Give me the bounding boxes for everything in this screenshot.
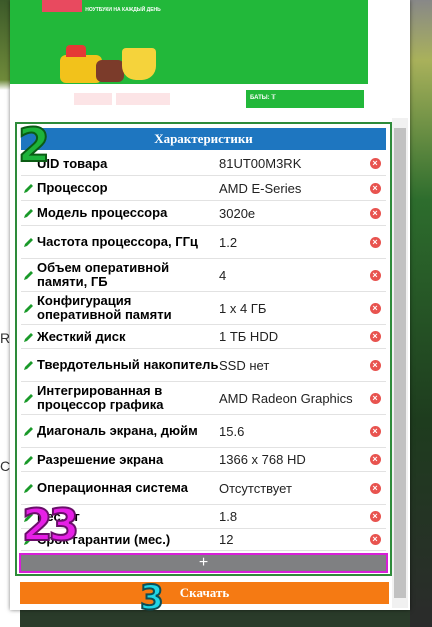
delete-row-button[interactable]: ×: [364, 359, 386, 371]
edit-pencil-icon[interactable]: [21, 269, 37, 281]
table-row: Жесткий диск 1 ТБ HDD ×: [21, 325, 386, 349]
row-name: Частота процессора, ГГц: [37, 234, 198, 249]
row-name: Модель процессора: [37, 205, 168, 220]
close-icon: ×: [369, 534, 381, 545]
banner-tagline: НОУТБУКИ НА КАЖДЫЙ ДЕНЬ: [85, 7, 161, 13]
close-icon: ×: [369, 482, 381, 494]
characteristics-list: UID товара 81UT00M3RK × Процессор AMD E-Seri…: [21, 152, 386, 551]
row-name: Конфигурация оперативной памяти: [37, 293, 172, 322]
table-row: Разрешение экрана 1366 x 768 HD ×: [21, 448, 386, 472]
delete-row-button[interactable]: ×: [364, 236, 386, 248]
row-name: Операционная система: [37, 480, 188, 495]
table-row: Конфигурация оперативной памяти 1 x 4 ГБ ×: [21, 292, 386, 325]
delete-row-button[interactable]: ×: [364, 534, 386, 545]
row-value: 1 ТБ HDD: [219, 329, 279, 344]
edit-pencil-icon[interactable]: [21, 425, 37, 437]
annotation-label: 2: [17, 117, 51, 173]
row-name: Диагональ экрана, дюйм: [37, 423, 198, 438]
bg-letter: R: [0, 330, 11, 346]
edit-pencil-icon[interactable]: [21, 482, 37, 494]
table-row: Модель процессора 3020e ×: [21, 201, 386, 226]
table-row: UID товара 81UT00M3RK ×: [21, 152, 386, 176]
table-row: Вес, кг 1.8 ×: [21, 505, 386, 529]
edit-pencil-icon[interactable]: [21, 182, 37, 194]
close-icon: ×: [369, 182, 381, 194]
row-value: 1366 x 768 HD: [219, 452, 306, 467]
close-icon: ×: [369, 158, 381, 169]
edit-pencil-icon[interactable]: [21, 207, 37, 219]
delete-row-button[interactable]: ×: [364, 207, 386, 219]
delete-row-button[interactable]: ×: [364, 158, 386, 169]
delete-row-button[interactable]: ×: [364, 392, 386, 404]
row-value: 1 x 4 ГБ: [219, 300, 267, 316]
scrollbar-thumb[interactable]: [394, 128, 406, 598]
edit-pencil-icon[interactable]: [21, 331, 37, 343]
table-row: Операционная система Отсутствует ×: [21, 472, 386, 505]
delete-row-button[interactable]: ×: [364, 302, 386, 314]
sweet-image: [96, 60, 124, 82]
annotation-label: 3: [139, 577, 165, 619]
close-icon: ×: [369, 454, 381, 465]
banner-tag: [42, 0, 82, 12]
row-value: 15.6: [219, 423, 245, 439]
bg-letter: C: [0, 458, 11, 474]
row-name: Объем оперативной памяти, ГБ: [37, 260, 170, 289]
row-name: Твердотельный накопитель: [37, 357, 219, 372]
panel-title: Характеристики: [21, 128, 386, 150]
banner-cta-text: БАТЫ: 𝕋: [250, 95, 276, 101]
row-name: UID товара: [37, 155, 108, 171]
close-icon: ×: [369, 425, 381, 437]
table-row: Процессор AMD E-Series ×: [21, 176, 386, 201]
close-icon: ×: [369, 359, 381, 371]
close-icon: ×: [369, 392, 381, 404]
delete-row-button[interactable]: ×: [364, 482, 386, 494]
table-row: Частота процессора, ГГц 1.2 ×: [21, 226, 386, 259]
row-value: 3020e: [219, 205, 256, 221]
table-row: Твердотельный накопитель SSD нет ×: [21, 349, 386, 382]
close-icon: ×: [369, 269, 381, 281]
row-value: AMD E-Series: [219, 180, 302, 196]
background-page-right: [410, 0, 432, 627]
banner-cta: БАТЫ: 𝕋: [246, 90, 364, 108]
table-row: Объем оперативной памяти, ГБ 4 ×: [21, 259, 386, 292]
close-icon: ×: [369, 511, 381, 522]
table-row: Срок гарантии (мес.) 12 ×: [21, 529, 386, 551]
edit-pencil-icon[interactable]: [21, 454, 37, 466]
bank-logo: [116, 93, 170, 105]
delete-row-button[interactable]: ×: [364, 182, 386, 194]
table-row: Интегрированная в процессор графика AMD R…: [21, 382, 386, 415]
annotation-label: 23: [21, 499, 80, 552]
row-value: 12: [219, 532, 234, 547]
edit-pencil-icon[interactable]: [21, 392, 37, 404]
row-value: 81UT00M3RK: [219, 156, 302, 171]
close-icon: ×: [369, 331, 381, 342]
download-button[interactable]: Скачать: [20, 582, 389, 604]
row-name: Разрешение экрана: [37, 451, 164, 467]
delete-row-button[interactable]: ×: [364, 269, 386, 281]
row-value: SSD нет: [219, 357, 270, 373]
edit-pencil-icon[interactable]: [21, 359, 37, 371]
edit-pencil-icon[interactable]: [21, 236, 37, 248]
row-value: 1.2: [219, 234, 238, 250]
row-name: Процессор: [37, 180, 108, 195]
delete-row-button[interactable]: ×: [364, 425, 386, 437]
delete-row-button[interactable]: ×: [364, 331, 386, 342]
cup-image: [122, 48, 156, 80]
bank-logo: [74, 93, 112, 105]
close-icon: ×: [369, 302, 381, 314]
add-row-button[interactable]: +: [19, 553, 388, 573]
promo-banner[interactable]: НОУТБУКИ НА КАЖДЫЙ ДЕНЬ БАТЫ: 𝕋: [10, 0, 368, 116]
close-icon: ×: [369, 207, 381, 219]
table-row: Диагональ экрана, дюйм 15.6 ×: [21, 415, 386, 448]
row-value: AMD Radeon Graphics: [219, 390, 353, 406]
close-icon: ×: [369, 236, 381, 248]
delete-row-button[interactable]: ×: [364, 454, 386, 465]
edit-pencil-icon[interactable]: [21, 302, 37, 314]
row-value: Отсутствует: [219, 480, 292, 496]
delete-row-button[interactable]: ×: [364, 511, 386, 522]
row-value: 1.8: [219, 509, 238, 524]
row-value: 4: [219, 267, 227, 283]
row-name: Интегрированная в процессор графика: [37, 383, 164, 412]
row-name: Жесткий диск: [37, 328, 126, 344]
